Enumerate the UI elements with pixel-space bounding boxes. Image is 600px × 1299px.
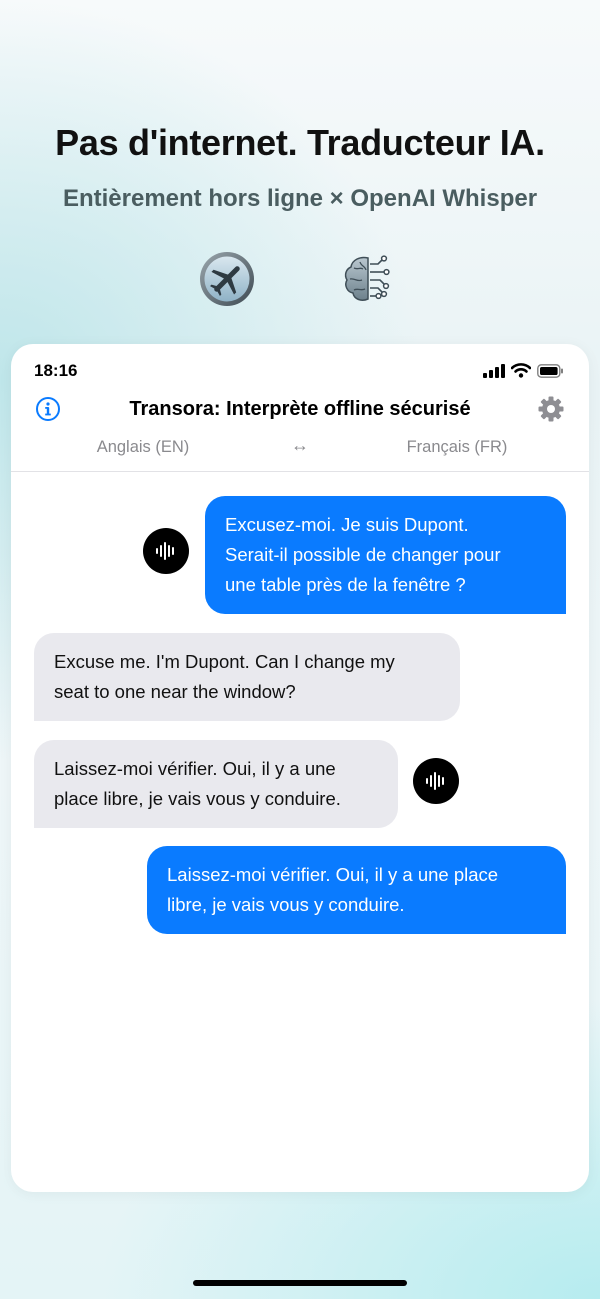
message-line: seat to one near the window?: [54, 681, 296, 702]
cellular-signal-icon: [483, 363, 505, 383]
message-bubble-incoming: Laissez-moi vérifier. Oui, il y a une pl…: [34, 740, 398, 828]
message-line: Laissez-moi vérifier. Oui, il y a une: [54, 758, 336, 779]
message-line: Serait-il possible de changer pour: [225, 544, 501, 565]
gear-icon[interactable]: [537, 395, 565, 423]
swap-languages-icon[interactable]: ↔: [287, 435, 313, 456]
status-time: 18:16: [34, 361, 78, 380]
message-line: une table près de la fenêtre ?: [225, 574, 466, 595]
language-selector: Anglais (EN) ↔ Français (FR): [11, 434, 589, 460]
app-title: Transora: Interprète offline sécurisé: [129, 398, 471, 420]
message-bubble-outgoing: Excusez-moi. Je suis Dupont. Serait-il p…: [205, 496, 566, 614]
message-bubble-incoming: Excuse me. I'm Dupont. Can I change my s…: [34, 633, 460, 721]
waveform-icon: [156, 542, 174, 560]
message-line: libre, je vais vous y conduire.: [167, 894, 405, 915]
promo-subheadline: Entièrement hors ligne × OpenAI Whisper: [62, 185, 538, 212]
waveform-icon: [426, 772, 444, 790]
header-divider: [11, 471, 589, 472]
promo-headline: Pas d'internet. Traducteur IA.: [55, 122, 545, 163]
home-indicator[interactable]: [193, 1280, 407, 1286]
message-line: Laissez-moi vérifier. Oui, il y a une pl…: [167, 864, 499, 885]
airplane-mode-icon: [198, 250, 256, 308]
app-screen: 18:16 Transora: Interprète offline sécur…: [11, 344, 589, 1192]
status-icons: [483, 363, 564, 383]
info-icon[interactable]: [35, 396, 61, 422]
navigation-bar: Transora: Interprète offline sécurisé: [11, 392, 589, 428]
wifi-icon: [510, 363, 532, 383]
message-line: Excuse me. I'm Dupont. Can I change my: [54, 651, 395, 672]
message-line: place libre, je vais vous y conduire.: [54, 788, 341, 809]
play-audio-button[interactable]: [143, 528, 189, 574]
message-line: Excusez-moi. Je suis Dupont.: [225, 514, 469, 535]
message-bubble-outgoing: Laissez-moi vérifier. Oui, il y a une pl…: [147, 846, 566, 934]
play-audio-button[interactable]: [413, 758, 459, 804]
battery-icon: [537, 363, 564, 383]
source-language[interactable]: Anglais (EN): [63, 438, 223, 457]
target-language[interactable]: Français (FR): [377, 438, 537, 457]
ai-brain-icon: [340, 250, 398, 308]
